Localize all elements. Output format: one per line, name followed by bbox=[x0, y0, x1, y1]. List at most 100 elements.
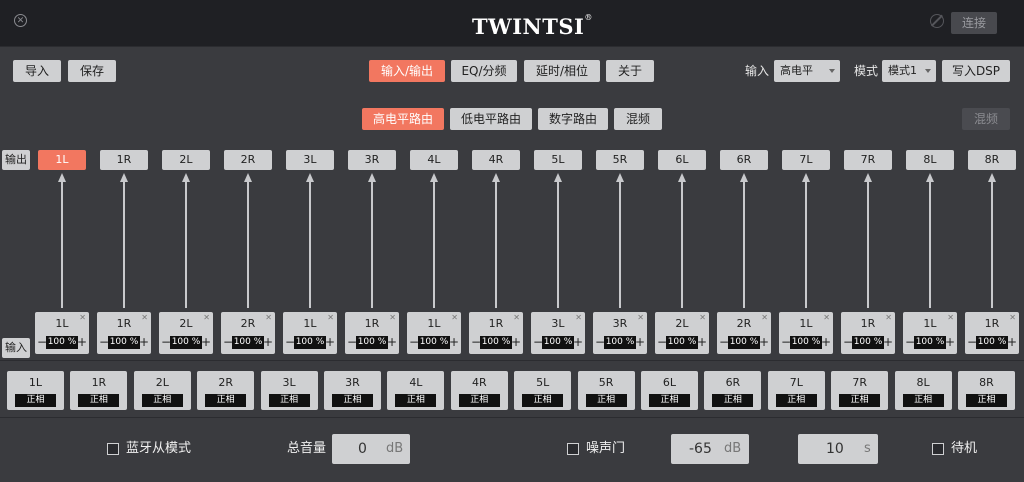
phase-value[interactable]: 正相 bbox=[966, 394, 1007, 407]
increase-button[interactable]: + bbox=[697, 335, 707, 349]
output-channel-button[interactable]: 3L bbox=[286, 150, 334, 170]
tab-low-level-routing[interactable]: 低电平路由 bbox=[450, 108, 532, 130]
output-channel-button[interactable]: 1R bbox=[100, 150, 148, 170]
output-channel-button[interactable]: 7L bbox=[782, 150, 830, 170]
remove-icon[interactable]: ✕ bbox=[141, 313, 148, 322]
output-channel-button[interactable]: 4R bbox=[472, 150, 520, 170]
mix-input-slot[interactable]: 3L ✕ −100 % + bbox=[531, 312, 585, 354]
increase-button[interactable]: + bbox=[325, 335, 335, 349]
increase-button[interactable]: + bbox=[1007, 335, 1017, 349]
mix-level-value[interactable]: 100 % bbox=[480, 336, 512, 349]
mix-button[interactable]: 混频 bbox=[962, 108, 1010, 130]
phase-channel[interactable]: 3L 正相 bbox=[260, 371, 318, 410]
increase-button[interactable]: + bbox=[201, 335, 211, 349]
tab-mixing[interactable]: 混频 bbox=[614, 108, 662, 130]
mix-input-slot[interactable]: 2L ✕ −100 % + bbox=[159, 312, 213, 354]
output-channel-button[interactable]: 8L bbox=[906, 150, 954, 170]
phase-channel[interactable]: 5R 正相 bbox=[577, 371, 635, 410]
tab-delay-phase[interactable]: 延时/相位 bbox=[524, 60, 600, 82]
remove-icon[interactable]: ✕ bbox=[327, 313, 334, 322]
phase-channel[interactable]: 7R 正相 bbox=[831, 371, 889, 410]
mix-input-slot[interactable]: 2R ✕ −100 % + bbox=[717, 312, 771, 354]
phase-channel[interactable]: 5L 正相 bbox=[514, 371, 572, 410]
remove-icon[interactable]: ✕ bbox=[637, 313, 644, 322]
output-channel-button[interactable]: 4L bbox=[410, 150, 458, 170]
increase-button[interactable]: + bbox=[945, 335, 955, 349]
tab-digital-routing[interactable]: 数字路由 bbox=[538, 108, 608, 130]
increase-button[interactable]: + bbox=[635, 335, 645, 349]
mix-level-value[interactable]: 100 % bbox=[108, 336, 140, 349]
remove-icon[interactable]: ✕ bbox=[699, 313, 706, 322]
phase-channel[interactable]: 7L 正相 bbox=[767, 371, 825, 410]
mix-level-value[interactable]: 100 % bbox=[46, 336, 78, 349]
mix-level-value[interactable]: 100 % bbox=[604, 336, 636, 349]
mix-input-slot[interactable]: 1L ✕ −100 % + bbox=[283, 312, 337, 354]
tab-about[interactable]: 关于 bbox=[606, 60, 654, 82]
output-channel-button[interactable]: 2L bbox=[162, 150, 210, 170]
output-channel-button[interactable]: 6L bbox=[658, 150, 706, 170]
phase-value[interactable]: 正相 bbox=[839, 394, 881, 407]
phase-channel[interactable]: 4R 正相 bbox=[450, 371, 508, 410]
output-channel-button[interactable]: 6R bbox=[720, 150, 768, 170]
increase-button[interactable]: + bbox=[449, 335, 459, 349]
remove-icon[interactable]: ✕ bbox=[203, 313, 210, 322]
mix-level-value[interactable]: 100 % bbox=[542, 336, 574, 349]
mix-level-value[interactable]: 100 % bbox=[232, 336, 264, 349]
remove-icon[interactable]: ✕ bbox=[451, 313, 458, 322]
mix-input-slot[interactable]: 1L ✕ −100 % + bbox=[903, 312, 957, 354]
mix-level-value[interactable]: 100 % bbox=[914, 336, 946, 349]
phase-channel[interactable]: 8R 正相 bbox=[958, 371, 1015, 410]
phase-value[interactable]: 正相 bbox=[205, 394, 247, 407]
phase-channel[interactable]: 4L 正相 bbox=[387, 371, 445, 410]
connect-button[interactable]: 连接 bbox=[951, 12, 997, 34]
phase-value[interactable]: 正相 bbox=[78, 394, 120, 407]
remove-icon[interactable]: ✕ bbox=[823, 313, 830, 322]
mix-input-slot[interactable]: 1R ✕ −100 % + bbox=[469, 312, 523, 354]
tab-input-output[interactable]: 输入/输出 bbox=[369, 60, 445, 82]
input-source-select[interactable]: 高电平 bbox=[774, 60, 840, 82]
mix-level-value[interactable]: 100 % bbox=[294, 336, 326, 349]
output-channel-button[interactable]: 7R bbox=[844, 150, 892, 170]
mix-input-slot[interactable]: 1L ✕ −100 % + bbox=[407, 312, 461, 354]
phase-value[interactable]: 正相 bbox=[395, 394, 437, 407]
output-channel-button[interactable]: 5R bbox=[596, 150, 644, 170]
time-field[interactable]: 10 s bbox=[798, 434, 878, 464]
remove-icon[interactable]: ✕ bbox=[947, 313, 954, 322]
bt-slave-checkbox[interactable] bbox=[107, 443, 119, 455]
noise-gate-checkbox[interactable] bbox=[567, 443, 579, 455]
import-button[interactable]: 导入 bbox=[13, 60, 61, 82]
mix-level-value[interactable]: 100 % bbox=[976, 336, 1008, 349]
mix-level-value[interactable]: 100 % bbox=[790, 336, 822, 349]
increase-button[interactable]: + bbox=[77, 335, 87, 349]
remove-icon[interactable]: ✕ bbox=[513, 313, 520, 322]
noise-gate-field[interactable]: -65 dB bbox=[671, 434, 749, 464]
mix-input-slot[interactable]: 1R ✕ −100 % + bbox=[97, 312, 151, 354]
increase-button[interactable]: + bbox=[759, 335, 769, 349]
phase-value[interactable]: 正相 bbox=[902, 394, 944, 407]
remove-icon[interactable]: ✕ bbox=[79, 313, 86, 322]
output-channel-button[interactable]: 5L bbox=[534, 150, 582, 170]
phase-value[interactable]: 正相 bbox=[775, 394, 817, 407]
increase-button[interactable]: + bbox=[883, 335, 893, 349]
mix-input-slot[interactable]: 1L ✕ −100 % + bbox=[779, 312, 833, 354]
phase-value[interactable]: 正相 bbox=[141, 394, 183, 407]
increase-button[interactable]: + bbox=[821, 335, 831, 349]
phase-value[interactable]: 正相 bbox=[712, 394, 754, 407]
phase-value[interactable]: 正相 bbox=[332, 394, 373, 407]
mix-level-value[interactable]: 100 % bbox=[356, 336, 388, 349]
increase-button[interactable]: + bbox=[511, 335, 521, 349]
phase-value[interactable]: 正相 bbox=[268, 394, 310, 407]
mix-input-slot[interactable]: 2L ✕ −100 % + bbox=[655, 312, 709, 354]
phase-value[interactable]: 正相 bbox=[585, 394, 627, 407]
output-channel-button[interactable]: 2R bbox=[224, 150, 272, 170]
phase-channel[interactable]: 6R 正相 bbox=[704, 371, 762, 410]
save-button[interactable]: 保存 bbox=[68, 60, 116, 82]
remove-icon[interactable]: ✕ bbox=[389, 313, 396, 322]
increase-button[interactable]: + bbox=[139, 335, 149, 349]
remove-icon[interactable]: ✕ bbox=[885, 313, 892, 322]
tab-eq-crossover[interactable]: EQ/分频 bbox=[451, 60, 517, 82]
phase-channel[interactable]: 6L 正相 bbox=[641, 371, 698, 410]
write-dsp-button[interactable]: 写入DSP bbox=[942, 60, 1010, 82]
mix-input-slot[interactable]: 1R ✕ −100 % + bbox=[345, 312, 399, 354]
increase-button[interactable]: + bbox=[387, 335, 397, 349]
